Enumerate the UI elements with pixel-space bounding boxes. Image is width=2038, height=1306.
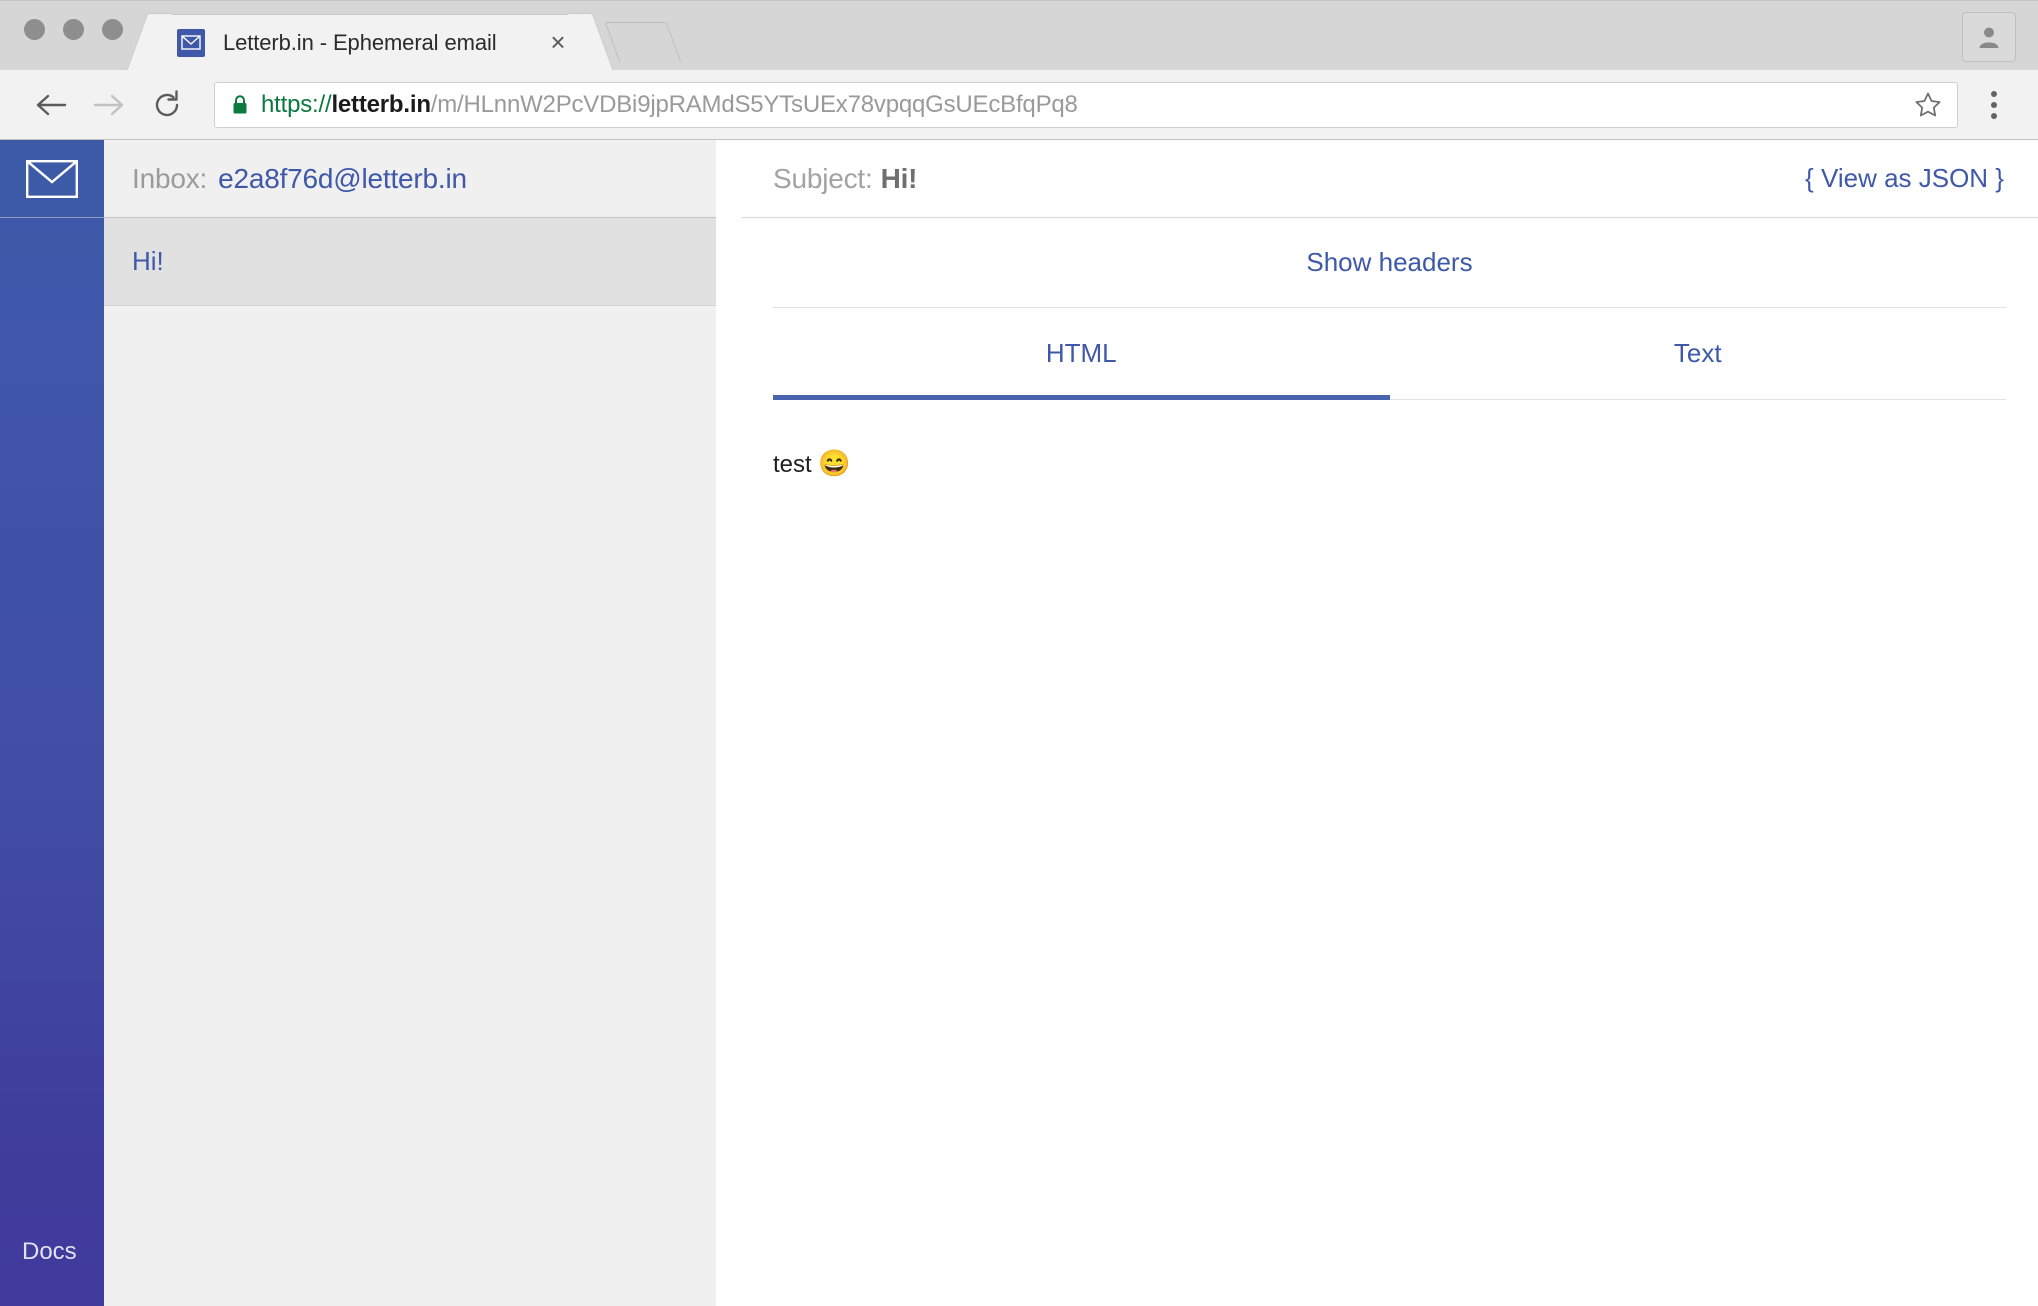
inbox-header: Inbox: e2a8f76d@letterb.in <box>104 140 716 218</box>
panel-divider <box>716 140 741 1306</box>
window-traffic-lights <box>24 19 123 40</box>
close-icon[interactable]: × <box>545 29 571 56</box>
subject-value: Hi! <box>880 162 918 194</box>
bookmark-star-icon[interactable] <box>1913 91 1943 119</box>
inbox-label: Inbox: <box>132 162 208 194</box>
reader-header: Subject: Hi! { View as JSON } <box>741 140 2038 218</box>
list-item[interactable]: Hi! <box>104 218 741 306</box>
browser-tab-letterbin[interactable]: Letterb.in - Ephemeral email × <box>150 14 590 70</box>
tab-html[interactable]: HTML <box>773 308 1390 400</box>
browser-tab-title: Letterb.in - Ephemeral email <box>223 29 497 55</box>
app-sidebar: Docs <box>0 140 104 1306</box>
browser-toolbar: https://letterb.in/m/HLnnW2PcVDBi9jpRAMd… <box>0 70 2038 140</box>
address-bar[interactable]: https://letterb.in/m/HLnnW2PcVDBi9jpRAMd… <box>214 81 1958 128</box>
url-scheme: https:// <box>261 90 332 118</box>
url-path: /m/HLnnW2PcVDBi9jpRAMdS5YTsUEx78vpqqGsUE… <box>430 90 1078 118</box>
inbox-address[interactable]: e2a8f76d@letterb.in <box>218 163 467 195</box>
menu-dot <box>1991 101 1997 108</box>
browser-window: Letterb.in - Ephemeral email × https://l… <box>0 0 2038 1306</box>
view-as-json-link[interactable]: { View as JSON } <box>1805 163 2004 194</box>
subject-line: Subject: Hi! <box>773 163 1805 195</box>
back-button[interactable] <box>22 76 80 134</box>
show-headers-row: Show headers <box>773 218 2006 308</box>
email-body-text: test <box>773 451 812 478</box>
forward-button <box>80 76 138 134</box>
message-subject: Hi! <box>132 246 164 276</box>
envelope-icon <box>177 28 205 57</box>
browser-titlebar: Letterb.in - Ephemeral email × <box>0 0 2038 70</box>
tab-strip: Letterb.in - Ephemeral email × <box>150 0 682 70</box>
reader-body: Show headers HTML Text test 😄 <box>741 218 2038 1306</box>
menu-dot <box>1991 90 1997 97</box>
menu-dot <box>1991 112 1997 119</box>
envelope-logo-icon[interactable] <box>0 140 104 218</box>
sidebar-item-docs[interactable]: Docs <box>0 1238 104 1306</box>
message-list: Hi! <box>104 218 741 1306</box>
grinning-face-emoji: 😄 <box>818 448 851 478</box>
lock-icon <box>231 94 249 116</box>
three-dot-menu-icon[interactable] <box>1972 80 2016 130</box>
maximize-window-button[interactable] <box>102 19 123 40</box>
subject-label: Subject: <box>773 162 873 194</box>
user-avatar-icon[interactable] <box>1962 12 2016 62</box>
message-reader-panel: Subject: Hi! { View as JSON } Show header… <box>741 140 2038 1306</box>
show-headers-link[interactable]: Show headers <box>1306 247 1472 278</box>
url-host: letterb.in <box>331 90 431 118</box>
message-list-panel: Inbox: e2a8f76d@letterb.in Hi! <box>104 140 741 1306</box>
page-content: Docs Inbox: e2a8f76d@letterb.in Hi! Subj… <box>0 140 2038 1306</box>
new-tab-button[interactable] <box>604 22 682 62</box>
minimize-window-button[interactable] <box>63 19 84 40</box>
content-tabs: HTML Text <box>773 308 2006 400</box>
close-window-button[interactable] <box>24 19 45 40</box>
tab-text[interactable]: Text <box>1390 308 2007 399</box>
url-text[interactable]: https://letterb.in/m/HLnnW2PcVDBi9jpRAMd… <box>261 91 1901 119</box>
email-body: test 😄 <box>773 400 2006 1306</box>
reload-button[interactable] <box>138 76 196 134</box>
